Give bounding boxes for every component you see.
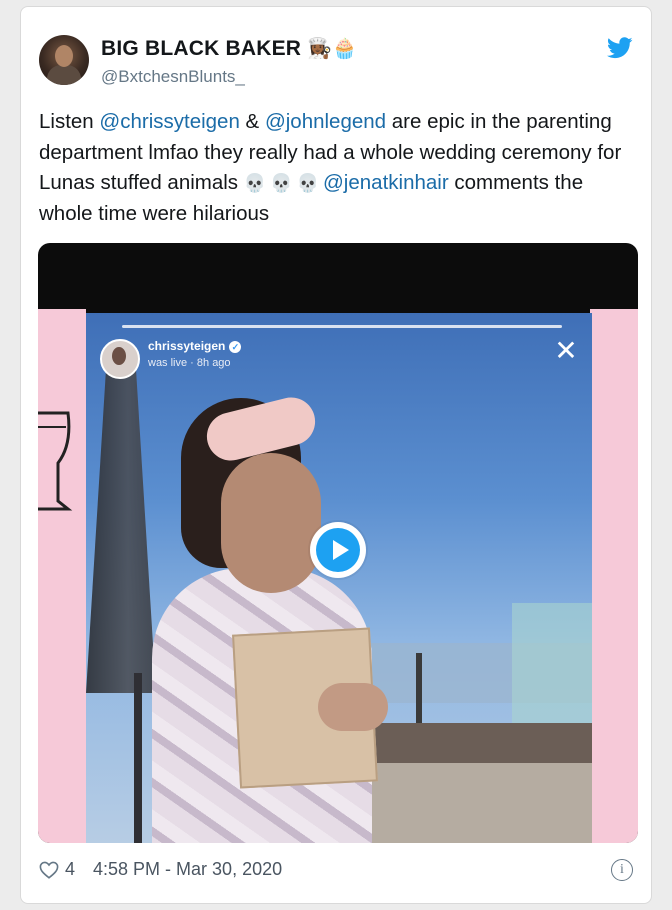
user-handle[interactable]: @BxtchesnBlunts_	[101, 67, 245, 87]
name-row: BIG BLACK BAKER 👩🏾‍🍳🧁	[101, 37, 357, 61]
umbrella	[86, 353, 156, 693]
display-name[interactable]: BIG BLACK BAKER	[101, 37, 301, 61]
info-icon[interactable]: i	[611, 859, 633, 881]
ig-username: chrissyteigen ✓	[148, 339, 242, 353]
play-icon	[316, 528, 360, 572]
avatar[interactable]	[39, 35, 89, 85]
tweet-card: BIG BLACK BAKER 👩🏾‍🍳🧁 @BxtchesnBlunts_ L…	[20, 6, 652, 904]
avatar-face	[55, 45, 73, 67]
mention-johnlegend[interactable]: @johnlegend	[265, 110, 386, 133]
story-progress-bar	[122, 325, 562, 328]
terrace-table	[346, 763, 592, 843]
instagram-live-header: chrissyteigen ✓ was live · 8h ago ✕	[86, 313, 592, 393]
mention-jenatkinhair[interactable]: @jenatkinhair	[323, 171, 449, 194]
pink-frame-left	[38, 309, 86, 843]
name-emojis: 👩🏾‍🍳🧁	[307, 38, 357, 60]
close-icon: ✕	[554, 335, 578, 366]
tweet-text: Listen @chrissyteigen & @johnlegend are …	[39, 107, 629, 229]
twitter-bird-icon[interactable]	[607, 37, 633, 59]
mention-chrissyteigen[interactable]: @chrissyteigen	[99, 110, 239, 133]
tweet-footer: 4 4:58 PM - Mar 30, 2020	[39, 859, 282, 880]
umbrella-pole	[134, 673, 142, 843]
video-player[interactable]: chrissyteigen ✓ was live · 8h ago ✕	[38, 243, 638, 843]
ig-username-text: chrissyteigen	[148, 339, 226, 353]
heart-outline-icon[interactable]	[39, 861, 59, 879]
ig-avatar	[100, 339, 140, 379]
tweet-text-part1: Listen	[39, 110, 100, 133]
wine-glass-icon	[38, 411, 73, 511]
like-count[interactable]: 4	[65, 859, 75, 880]
person-face	[221, 453, 321, 593]
tweet-text-part2: &	[239, 110, 265, 133]
person-hand	[318, 683, 388, 731]
skull-emojis: 💀💀💀	[243, 173, 323, 193]
play-button[interactable]	[310, 522, 366, 578]
pink-frame-right	[590, 309, 638, 843]
avatar-shirt	[47, 65, 81, 85]
ig-live-status: was live · 8h ago	[148, 357, 231, 369]
verified-badge-icon: ✓	[229, 340, 242, 353]
tweet-timestamp[interactable]: 4:58 PM - Mar 30, 2020	[93, 859, 282, 880]
